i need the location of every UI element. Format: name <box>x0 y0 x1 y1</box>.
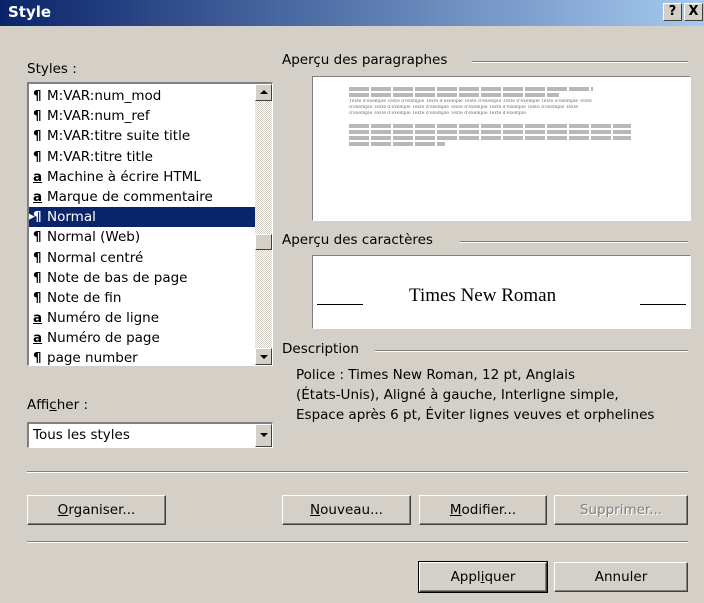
separator <box>375 350 688 352</box>
styles-label: Styles : <box>27 61 77 77</box>
title-bar: Style ? X <box>0 0 704 26</box>
character-style-icon: a <box>33 168 43 185</box>
style-list-item[interactable]: ¶ Normal centré <box>29 248 256 268</box>
nouveau-button[interactable]: Nouveau... <box>282 495 411 525</box>
paragraph-style-icon: ¶ <box>33 128 42 145</box>
scroll-down-button[interactable] <box>255 348 272 365</box>
preview-gray-line <box>349 87 593 91</box>
help-button[interactable]: ? <box>663 3 682 21</box>
separator <box>460 241 688 243</box>
style-list-item[interactable]: ¶ M:VAR:titre title <box>29 147 256 167</box>
paragraph-style-icon: ¶ <box>33 350 42 366</box>
supprimer-button[interactable]: Supprimer... <box>554 495 688 525</box>
style-item-label: Numéro de ligne <box>47 310 160 327</box>
paragraph-style-icon: ¶ <box>33 88 42 104</box>
preview-gray-line <box>349 136 631 140</box>
character-style-icon: a <box>33 330 43 347</box>
char-preview-label: Aperçu des caractères <box>282 232 433 248</box>
style-list-item[interactable]: ¶ Note de fin <box>29 288 256 308</box>
close-button[interactable]: X <box>684 3 703 21</box>
description-line: Espace après 6 pt, Éviter lignes veuves … <box>296 407 655 423</box>
style-list-item[interactable]: ¶ M:VAR:num_mod <box>29 86 256 106</box>
afficher-value: Tous les styles <box>33 427 130 443</box>
description-text: Police : Times New Roman, 12 pt, Anglais… <box>296 365 696 425</box>
paragraph-style-icon: ¶ <box>33 229 42 246</box>
paragraph-style-icon: ¶ <box>33 108 42 125</box>
afficher-dropdown-button[interactable] <box>255 424 272 447</box>
afficher-label: Afficher : <box>27 397 88 413</box>
paragraph-style-icon: ¶ <box>33 209 42 226</box>
preview-gray-line <box>349 130 631 134</box>
style-list-item[interactable]: a Machine à écrire HTML <box>29 167 256 187</box>
style-item-label: M:VAR:titre title <box>47 148 153 165</box>
description-label: Description <box>282 341 359 357</box>
organiser-button[interactable]: Organiser... <box>27 495 166 525</box>
appliquer-button[interactable]: Appliquer <box>418 561 548 593</box>
chevron-down-icon <box>260 433 268 437</box>
style-list-item[interactable]: a Numéro de ligne <box>29 308 256 328</box>
style-list-item[interactable]: ¶ M:VAR:titre suite title <box>29 126 256 146</box>
separator <box>472 61 688 63</box>
modifier-button[interactable]: Modifier... <box>419 495 547 525</box>
style-item-label: Numéro de page <box>47 330 160 347</box>
selection-arrow-icon: ▶ <box>28 212 35 223</box>
style-item-label: Note de fin <box>47 289 122 306</box>
char-sample: Times New Roman <box>409 285 557 306</box>
afficher-select[interactable]: Tous les styles <box>27 422 273 448</box>
paragraph-preview: Texte d'exemple Texte d'exemple Texte d'… <box>312 76 691 221</box>
scroll-up-button[interactable] <box>255 84 272 101</box>
char-preview: Times New Roman <box>312 255 691 329</box>
style-item-label: Normal centré <box>47 249 144 266</box>
style-item-label: Machine à écrire HTML <box>47 168 201 185</box>
style-list-item[interactable]: ¶ page number <box>29 348 256 366</box>
baseline-left <box>317 304 363 305</box>
style-dialog: Style ? X Styles : ¶ M:VAR:num_mod ¶ M:VAR:… <box>0 0 704 603</box>
scroll-thumb[interactable] <box>255 234 272 250</box>
paragraph-style-icon: ¶ <box>33 289 42 306</box>
style-item-label: Marque de commentaire <box>47 188 213 205</box>
style-item-label: M:VAR:titre suite title <box>47 128 191 145</box>
styles-items: ¶ M:VAR:num_mod ¶ M:VAR:num_ref ¶ M:VAR:titre… <box>28 86 256 366</box>
description-line: (États-Unis), Aligné à gauche, Interlign… <box>296 387 619 403</box>
preview-gray-line <box>349 124 631 128</box>
style-list-item[interactable]: ¶ Normal (Web) <box>29 227 256 247</box>
style-item-label: M:VAR:num_mod <box>47 88 162 104</box>
style-item-label: Normal (Web) <box>47 229 141 246</box>
style-list-item[interactable]: ¶ Note de bas de page <box>29 268 256 288</box>
preview-gray-line <box>349 142 445 146</box>
style-item-label: M:VAR:num_ref <box>47 108 150 125</box>
separator <box>27 471 688 473</box>
separator <box>27 541 688 543</box>
paragraph-preview-label: Aperçu des paragraphes <box>282 52 448 68</box>
character-style-icon: a <box>33 188 43 205</box>
paragraph-style-icon: ¶ <box>33 148 42 165</box>
styles-listbox[interactable]: ¶ M:VAR:num_mod ¶ M:VAR:num_ref ¶ M:VAR:titre… <box>27 82 273 366</box>
description-line: Police : Times New Roman, 12 pt, Anglais <box>296 367 576 383</box>
annuler-button[interactable]: Annuler <box>554 562 688 592</box>
style-item-label: page number <box>47 350 138 366</box>
style-list-item[interactable]: ¶ M:VAR:num_ref <box>29 106 256 126</box>
character-style-icon: a <box>33 310 43 327</box>
baseline-right <box>640 304 686 305</box>
styles-scrollbar[interactable] <box>255 84 272 365</box>
paragraph-style-icon: ¶ <box>33 269 42 286</box>
style-item-label: Note de bas de page <box>47 269 188 286</box>
window-title: Style <box>8 3 52 21</box>
preview-sample-line: d'exemple Texte d'exemple Texte d'exempl… <box>349 111 526 116</box>
style-list-item[interactable]: ▶ ¶ Normal <box>28 207 256 228</box>
style-item-label: Normal <box>47 209 96 226</box>
style-list-item[interactable]: a Numéro de page <box>29 328 256 348</box>
arrow-up-icon <box>260 90 268 94</box>
style-list-item[interactable]: a Marque de commentaire <box>29 187 256 207</box>
preview-gray-line <box>349 93 559 97</box>
arrow-down-icon <box>260 355 268 359</box>
paragraph-style-icon: ¶ <box>33 249 42 266</box>
